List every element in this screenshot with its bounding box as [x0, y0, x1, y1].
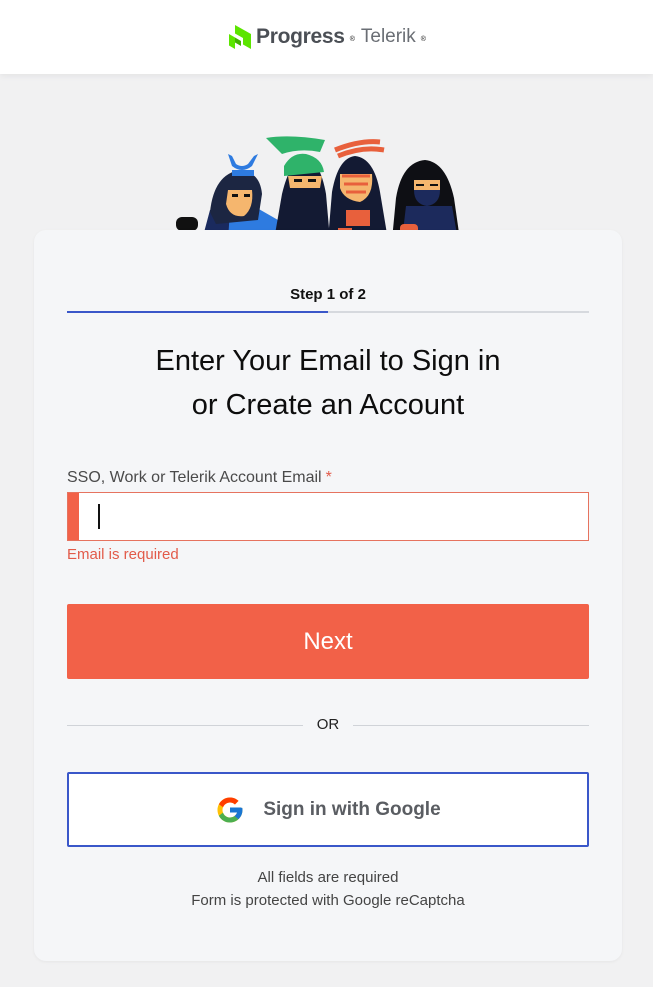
next-button[interactable]: Next — [67, 604, 589, 679]
google-g-icon — [217, 797, 243, 822]
recaptcha-note: Form is protected with Google reCaptcha — [191, 892, 465, 909]
step-progress-bar — [67, 311, 589, 313]
email-field-wrapper — [67, 492, 589, 541]
google-button-label: Sign in with Google — [263, 798, 441, 820]
page-title-line-2: or Create an Account — [191, 389, 465, 421]
progress-telerik-logo[interactable]: Progress ® Telerik ® — [229, 25, 426, 49]
page-title: Enter Your Email to Sign in or Create an… — [34, 339, 622, 427]
progress-logo-icon — [229, 25, 252, 49]
email-field[interactable] — [79, 493, 588, 540]
text-caret — [98, 504, 100, 529]
email-field-label: SSO, Work or Telerik Account Email * — [67, 469, 332, 487]
email-label-text: SSO, Work or Telerik Account Email — [67, 469, 322, 486]
error-indicator-bar — [68, 493, 79, 540]
google-sign-in-button[interactable]: Sign in with Google — [67, 772, 589, 847]
email-error-message: Email is required — [67, 546, 179, 563]
logo-product-text: Telerik — [360, 26, 416, 47]
logo-brand-text: Progress — [256, 25, 345, 48]
page-title-line-1: Enter Your Email to Sign in — [155, 345, 501, 377]
required-fields-note: All fields are required — [257, 869, 399, 886]
step-indicator: Step 1 of 2 — [290, 286, 366, 303]
top-header: Progress ® Telerik ® — [0, 0, 653, 74]
sign-in-card: Step 1 of 2 Enter Your Email to Sign in … — [34, 230, 622, 961]
step-progress-fill — [67, 311, 328, 313]
or-divider: OR — [67, 715, 589, 737]
required-marker: * — [325, 469, 332, 486]
ninja-mascots-illustration — [176, 136, 460, 240]
divider-line-right — [353, 725, 589, 726]
